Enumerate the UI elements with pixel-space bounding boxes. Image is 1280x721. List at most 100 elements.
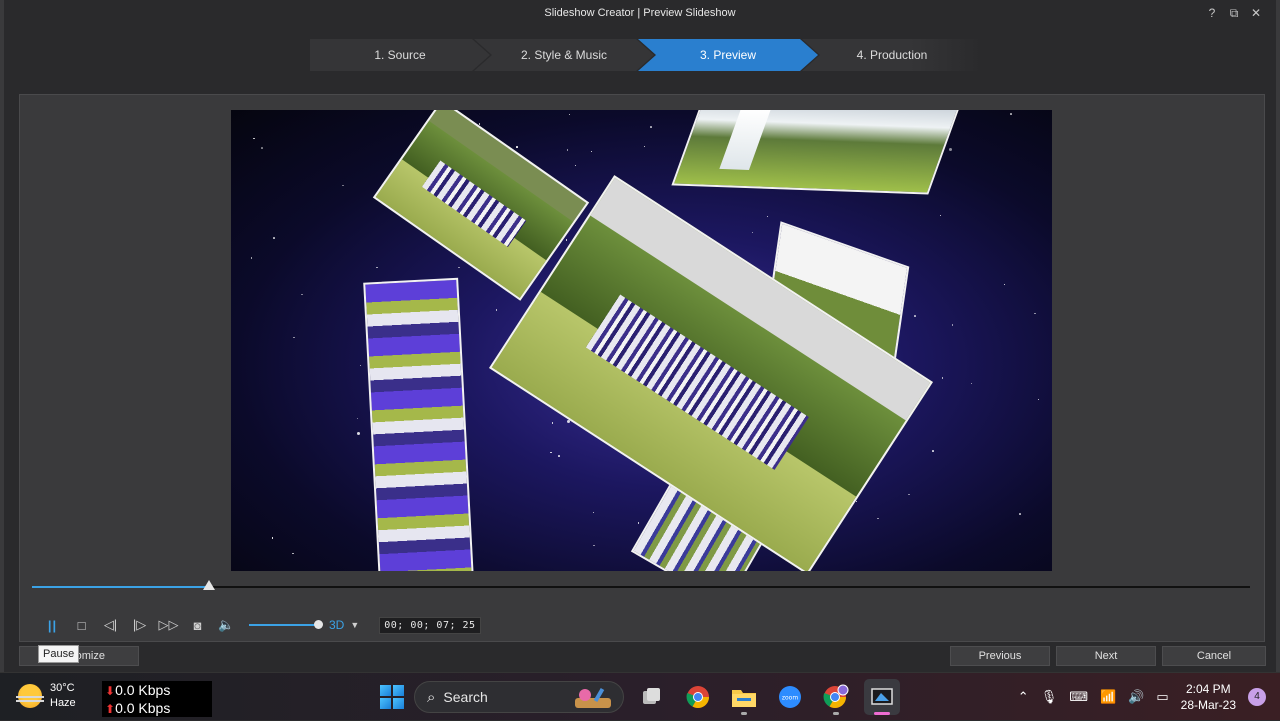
- star: [568, 113, 571, 116]
- speaker-icon[interactable]: 🔊: [1128, 689, 1144, 705]
- cancel-button[interactable]: Cancel: [1162, 646, 1266, 666]
- taskbar-clock[interactable]: 2:04 PM 28-Mar-23: [1181, 681, 1236, 713]
- star: [877, 517, 879, 520]
- star: [292, 552, 294, 555]
- timeline-handle[interactable]: [202, 580, 215, 590]
- star: [908, 493, 910, 496]
- star: [637, 522, 640, 524]
- windows-start-icon[interactable]: [380, 685, 404, 709]
- footer-buttons: Customize Previous Next Cancel: [4, 646, 1276, 666]
- next-button[interactable]: Next: [1056, 646, 1156, 666]
- slideshow-creator-window: Slideshow Creator | Preview Slideshow ? …: [0, 0, 1280, 672]
- upload-arrow-icon: ⬆: [105, 702, 116, 716]
- volume-slider[interactable]: [249, 620, 323, 629]
- star: [951, 324, 954, 326]
- star: [751, 231, 754, 234]
- help-icon[interactable]: ?: [1206, 6, 1218, 20]
- windows-taskbar: 30°C Haze ⬇0.0 Kbps ⬆0.0 Kbps ⌕ Search z…: [0, 672, 1280, 720]
- zoom-icon-label: zoom: [782, 695, 798, 702]
- star: [551, 422, 554, 424]
- previous-frame-button[interactable]: ◁|: [96, 615, 125, 635]
- star: [1003, 283, 1006, 286]
- timeline-track[interactable]: [32, 580, 1250, 590]
- star: [273, 237, 275, 239]
- weather-temperature: 30°C: [50, 682, 75, 694]
- step-preview[interactable]: 3. Preview: [638, 39, 818, 71]
- microphone-icon[interactable]: 🎙: [1041, 689, 1058, 705]
- star: [271, 537, 274, 539]
- system-tray: ⌃ 🎙 ⌨ 📶 🔊 ▭ 2:04 PM 28-Mar-23 4: [1018, 673, 1266, 721]
- zoom-icon[interactable]: zoom: [772, 679, 808, 715]
- star: [970, 382, 973, 385]
- star: [558, 455, 560, 457]
- close-icon[interactable]: ✕: [1250, 6, 1262, 20]
- slideshow-creator-app-icon[interactable]: [864, 679, 900, 715]
- volume-slider-knob[interactable]: [314, 620, 323, 629]
- wizard-steps: 1. Source 2. Style & Music 3. Preview 4.…: [310, 39, 982, 71]
- task-view-icon[interactable]: [634, 679, 670, 715]
- download-arrow-icon: ⬇: [105, 684, 116, 698]
- chevron-down-icon[interactable]: ▼: [350, 620, 359, 630]
- notification-badge[interactable]: 4: [1248, 688, 1266, 706]
- volume-icon[interactable]: 🔈: [212, 615, 241, 635]
- file-explorer-icon[interactable]: [726, 679, 762, 715]
- window-title: Slideshow Creator | Preview Slideshow: [544, 7, 736, 19]
- fast-forward-button[interactable]: ▷▷: [154, 615, 183, 635]
- star: [939, 214, 942, 217]
- star: [550, 451, 552, 454]
- pause-button[interactable]: ||: [38, 615, 67, 635]
- preview-stage: || □ ◁| |▷ ▷▷ ◙ 🔈 3D ▼ 00; 00; 07; 25: [19, 94, 1265, 642]
- star: [342, 184, 344, 187]
- wifi-icon[interactable]: 📶: [1100, 689, 1116, 705]
- star: [590, 150, 592, 153]
- star: [359, 364, 362, 367]
- star: [495, 309, 498, 311]
- 3d-mode-toggle[interactable]: 3D: [329, 618, 344, 632]
- star: [1010, 113, 1012, 115]
- star: [855, 500, 858, 503]
- stop-button[interactable]: □: [67, 615, 96, 635]
- restore-icon[interactable]: ⧉: [1228, 6, 1240, 21]
- search-label: Search: [443, 689, 488, 705]
- star: [356, 431, 360, 435]
- step-source[interactable]: 1. Source: [310, 39, 490, 71]
- star: [458, 266, 460, 269]
- previous-button[interactable]: Previous: [950, 646, 1050, 666]
- keyboard-icon[interactable]: ⌨: [1069, 689, 1088, 705]
- weather-widget[interactable]: 30°C Haze: [16, 681, 76, 711]
- star: [1037, 398, 1040, 401]
- star: [516, 146, 518, 148]
- running-indicator: [833, 712, 839, 715]
- slideshow-preview-canvas: [231, 110, 1052, 571]
- chevron-up-icon[interactable]: ⌃: [1018, 689, 1029, 705]
- net-down-speed: 0.0 Kbps: [115, 682, 171, 698]
- step-style-music[interactable]: 2. Style & Music: [474, 39, 654, 71]
- step-production[interactable]: 4. Production: [802, 39, 982, 71]
- star: [949, 147, 953, 151]
- chrome-profile-icon[interactable]: [818, 679, 854, 715]
- haze-sun-icon: [16, 684, 44, 708]
- star: [301, 293, 303, 296]
- network-speed-meter: ⬇0.0 Kbps ⬆0.0 Kbps: [102, 681, 212, 717]
- next-frame-button[interactable]: |▷: [125, 615, 154, 635]
- star: [650, 126, 652, 128]
- star: [253, 137, 255, 140]
- star: [932, 450, 934, 452]
- star: [1034, 312, 1036, 315]
- photo-strip-left: [363, 277, 474, 571]
- running-indicator: [741, 712, 747, 715]
- camera-snapshot-icon[interactable]: ◙: [183, 615, 212, 635]
- battery-icon[interactable]: ▭: [1156, 689, 1168, 705]
- star: [376, 266, 378, 269]
- star: [250, 257, 253, 259]
- search-highlight-art-icon: [575, 687, 611, 708]
- star: [565, 239, 568, 241]
- timeline-progress: [32, 586, 209, 588]
- star: [643, 145, 646, 148]
- active-app-indicator: [874, 712, 890, 715]
- star: [593, 544, 595, 547]
- photo-waterfall: [671, 110, 961, 195]
- chrome-icon[interactable]: [680, 679, 716, 715]
- timecode-display: 00; 00; 07; 25: [379, 616, 481, 634]
- taskbar-search[interactable]: ⌕ Search: [414, 681, 624, 713]
